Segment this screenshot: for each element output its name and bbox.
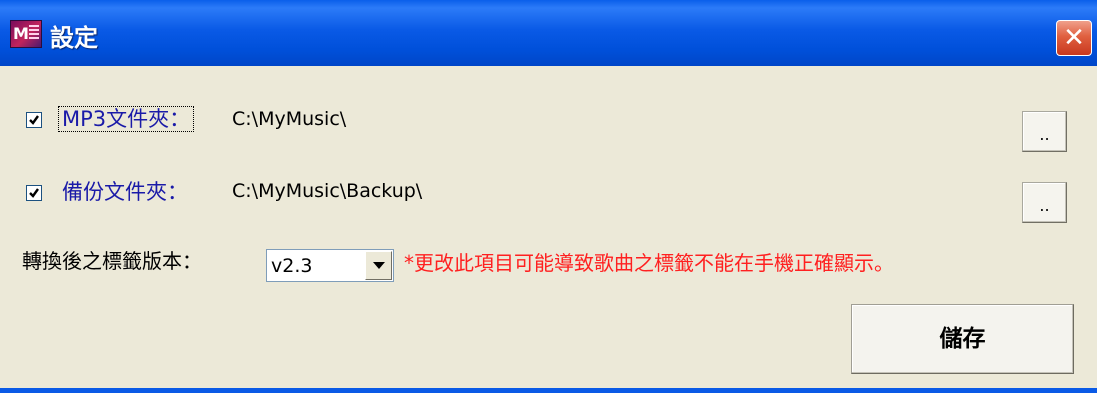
checkmark-icon xyxy=(29,188,39,198)
backup-folder-path: C:\MyMusic\Backup\ xyxy=(232,180,423,202)
close-icon: ✕ xyxy=(1063,23,1085,53)
app-icon: M xyxy=(10,20,42,48)
mp3-folder-path: C:\MyMusic\ xyxy=(232,108,347,130)
window-title: 設定 xyxy=(50,24,98,52)
backup-folder-label[interactable]: 備份文件夾： xyxy=(62,176,188,206)
checkmark-icon xyxy=(29,115,39,125)
mp3-folder-checkbox[interactable] xyxy=(26,112,42,128)
window-bottom-border xyxy=(0,388,1097,393)
backup-folder-checkbox[interactable] xyxy=(26,185,42,201)
chevron-down-icon xyxy=(373,262,385,269)
settings-dialog: M 設定 ✕ MP3文件夾： C:\MyMusic\ .. 備份文件夾： C:\… xyxy=(0,0,1097,393)
close-button[interactable]: ✕ xyxy=(1056,20,1092,56)
mp3-folder-browse-button[interactable]: .. xyxy=(1022,111,1067,152)
tag-version-select[interactable]: v2.3 xyxy=(266,249,394,282)
dropdown-arrow-button[interactable] xyxy=(365,251,392,280)
tag-version-warning: *更改此項目可能導致歌曲之標籤不能在手機正確顯示。 xyxy=(404,251,894,275)
tag-version-value: v2.3 xyxy=(271,255,313,277)
mp3-folder-label[interactable]: MP3文件夾： xyxy=(58,103,195,133)
tag-version-label: 轉換後之標籤版本： xyxy=(22,249,202,273)
backup-folder-browse-button[interactable]: .. xyxy=(1022,182,1067,223)
title-bar[interactable]: M 設定 ✕ xyxy=(0,0,1097,66)
save-button[interactable]: 儲存 xyxy=(851,304,1074,374)
